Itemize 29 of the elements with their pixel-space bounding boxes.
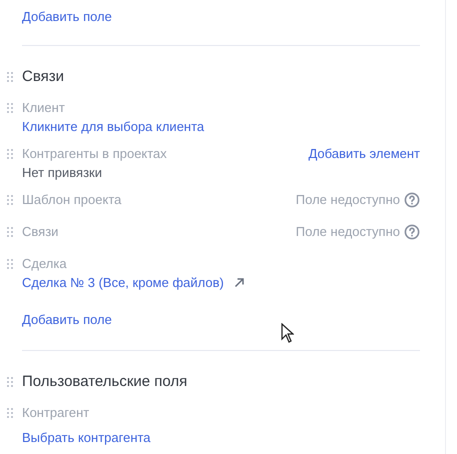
drag-handle-icon[interactable] [7,408,13,418]
drag-handle-icon[interactable] [7,377,13,387]
unavailable-note: Поле недоступно [296,223,400,240]
drag-handle-icon[interactable] [7,102,13,112]
section-title: Связи [22,67,64,87]
field-value-link[interactable]: Сделка № 3 (Все, кроме файлов) [22,274,224,291]
cursor-icon [281,323,294,343]
external-link-icon[interactable] [234,277,245,288]
field-label: Клиент [22,99,65,116]
help-icon[interactable] [404,224,420,240]
add-field-link[interactable]: Добавить поле [22,311,112,328]
drag-handle-icon[interactable] [7,226,13,236]
drag-handle-icon[interactable] [7,194,13,204]
drag-handle-icon[interactable] [7,148,13,158]
field-label: Связи [22,223,58,240]
field-label: Контрагент [22,404,90,421]
unavailable-note: Поле недоступно [296,191,400,208]
section-title: Пользовательские поля [22,372,188,392]
field-value: Нет привязки [22,164,103,181]
field-label: Контрагенты в проектах [22,145,167,162]
add-field-link[interactable]: Добавить поле [22,8,112,25]
select-link[interactable]: Выбрать контрагента [22,429,151,446]
help-icon[interactable] [404,192,420,208]
field-label: Сделка [22,255,67,272]
field-value-link[interactable]: Кликните для выбора клиента [22,118,204,135]
drag-handle-icon[interactable] [7,258,13,268]
add-element-link[interactable]: Добавить элемент [308,145,420,162]
drag-handle-icon[interactable] [7,72,13,82]
field-label: Шаблон проекта [22,191,122,208]
